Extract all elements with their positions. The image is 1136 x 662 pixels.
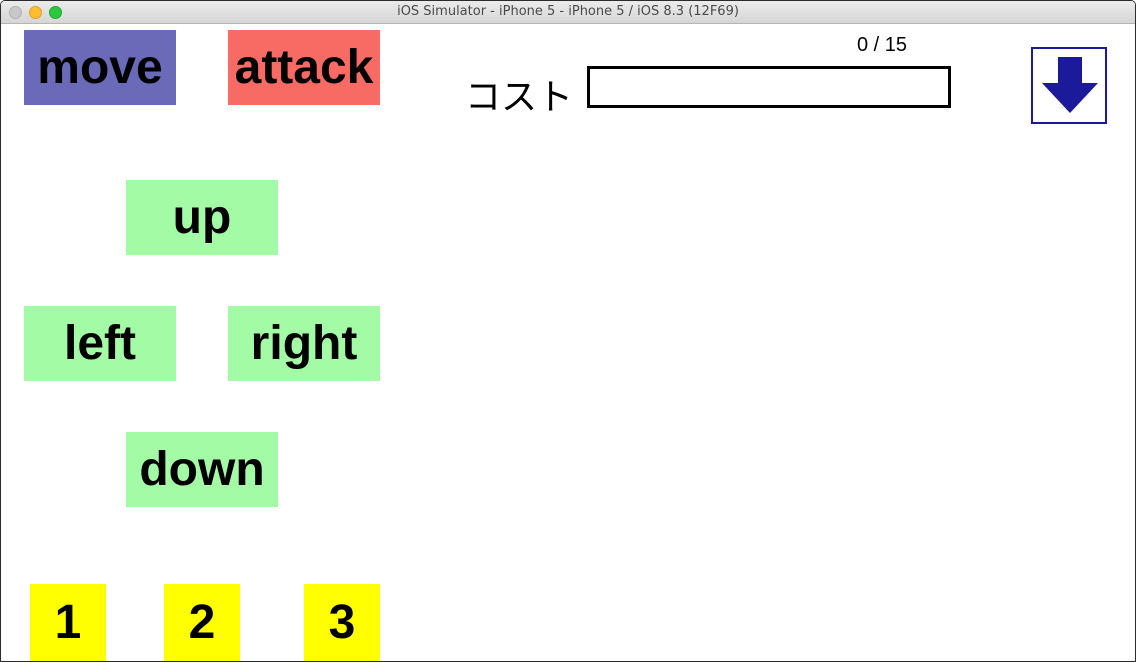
move-button[interactable]: move — [24, 30, 176, 105]
slot-3-button[interactable]: 3 — [304, 584, 380, 661]
down-arrow-icon — [1042, 57, 1098, 113]
cost-bar — [587, 66, 951, 108]
slot-1-button[interactable]: 1 — [30, 584, 106, 661]
left-button[interactable]: left — [24, 306, 176, 381]
down-button[interactable]: down — [126, 432, 278, 507]
up-button[interactable]: up — [126, 180, 278, 255]
window-title: iOS Simulator - iPhone 5 - iPhone 5 / iO… — [397, 4, 739, 19]
cost-label: コスト — [465, 77, 574, 118]
slot-2-button[interactable]: 2 — [164, 584, 240, 661]
title-bar: iOS Simulator - iPhone 5 - iPhone 5 / iO… — [1, 1, 1135, 24]
submit-button[interactable] — [1031, 47, 1107, 124]
right-button[interactable]: right — [228, 306, 380, 381]
app-screen: move attack up left right down 1 2 3 0 /… — [1, 24, 1135, 661]
cost-counter: 0 / 15 — [857, 34, 908, 56]
simulator-window: iOS Simulator - iPhone 5 - iPhone 5 / iO… — [0, 0, 1136, 662]
attack-button[interactable]: attack — [228, 30, 380, 105]
